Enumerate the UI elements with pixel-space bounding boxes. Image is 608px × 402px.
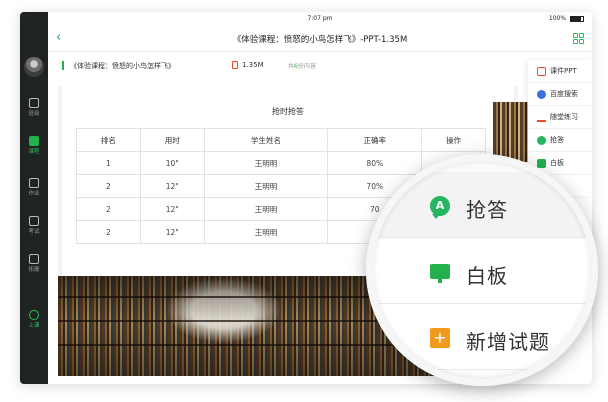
magnified-item-label: 抢答 [466, 198, 508, 222]
column-header-rank: 排名 [76, 128, 141, 152]
file-info-bar: 《体验课程：愤怒的小鸟怎样飞》 1.35M 共6份内容 [48, 53, 592, 77]
practice-icon [537, 113, 546, 122]
sidebar-item-class[interactable]: 班级 [20, 98, 48, 126]
clock-icon [29, 310, 39, 320]
cell-student: 王明明 [203, 220, 329, 244]
cell-student: 王明明 [203, 174, 329, 198]
title-bar: ‹ 《体验课程：愤怒的小鸟怎样飞》-PPT-1.35M [48, 26, 592, 52]
sidebar-item-label: 上课 [28, 323, 40, 329]
panel-title: 抢时抢答 [272, 107, 304, 116]
ppt-icon [537, 67, 546, 76]
magnified-item-label: 新增试题 [466, 330, 550, 354]
battery-status: 100% [549, 15, 584, 22]
avatar[interactable] [24, 57, 44, 77]
book-icon [29, 136, 39, 146]
magnified-item-add-question[interactable]: + 新增试题 [366, 304, 598, 370]
cell-time: 10" [139, 151, 205, 175]
column-header-accuracy: 正确率 [327, 128, 423, 152]
menu-item-baidu-search[interactable]: 百度搜索 [528, 83, 592, 106]
cell-student: 王明明 [203, 197, 329, 221]
magnified-item-label: 白板 [466, 264, 508, 288]
sidebar-item-attend-class[interactable]: 上课 [20, 310, 48, 338]
status-bar: 7:07 pm 100% [48, 12, 592, 26]
file-size: 1.35M [242, 61, 264, 69]
add-question-icon: + [430, 328, 450, 348]
menu-item-label: 百度搜索 [550, 90, 578, 98]
column-header-action: 操作 [421, 128, 486, 152]
home-icon [29, 98, 39, 108]
bookshelf-photo-thumbnail [493, 102, 533, 162]
sidebar-item-label: 作业 [28, 191, 40, 197]
menu-item-practice[interactable]: 随堂练习 [528, 106, 592, 129]
whiteboard-icon [430, 264, 450, 283]
content-count-suffix: 份内容 [297, 63, 316, 70]
magnified-item-whiteboard[interactable]: 白板 [366, 238, 598, 304]
column-header-student: 学生姓名 [203, 128, 329, 152]
sidebar-item-label: 考试 [28, 229, 40, 235]
menu-item-label: 抢答 [550, 136, 564, 144]
cell-time: 12" [139, 197, 205, 221]
baidu-paw-icon [537, 90, 546, 99]
menu-item-label: 随堂练习 [550, 113, 578, 121]
clipboard-icon [29, 178, 39, 188]
file-icon [232, 61, 238, 69]
sidebar-item-label: 课程 [28, 149, 40, 155]
status-time: 7:07 pm [307, 15, 333, 22]
sidebar-item-homework[interactable]: 作业 [20, 178, 48, 206]
bookmark-icon [29, 254, 39, 264]
cell-rank: 2 [76, 174, 141, 198]
cell-rank: 2 [76, 197, 141, 221]
cell-rank: 2 [76, 220, 141, 244]
sidebar-item-label: 拓展 [28, 267, 40, 273]
battery-icon [570, 15, 584, 22]
sidebar-item-label: 班级 [28, 111, 40, 117]
cell-rank: 1 [76, 151, 141, 175]
accent-bar [62, 61, 64, 70]
quick-answer-icon [537, 136, 546, 145]
file-name: 《体验课程：愤怒的小鸟怎样飞》 [70, 62, 175, 70]
cell-time: 12" [139, 174, 205, 198]
sidebar: 班级 课程 作业 考试 拓展 上课 [20, 12, 48, 384]
page-title: 《体验课程：愤怒的小鸟怎样飞》-PPT-1.35M [232, 35, 408, 45]
sidebar-item-course[interactable]: 课程 [20, 136, 48, 164]
content-count: 共6份内容 [288, 61, 316, 70]
menu-item-label: 课件PPT [550, 67, 577, 75]
sidebar-item-extension[interactable]: 拓展 [20, 254, 48, 282]
sidebar-item-exam[interactable]: 考试 [20, 216, 48, 244]
battery-percent: 100% [548, 15, 567, 22]
magnified-item-quick-answer[interactable]: A 抢答 [366, 172, 598, 238]
menu-item-ppt[interactable]: 课件PPT [528, 60, 592, 83]
menu-item-quick-answer[interactable]: 抢答 [528, 129, 592, 152]
exam-icon [29, 216, 39, 226]
table-header-row: 排名 用时 学生姓名 正确率 操作 [76, 128, 486, 152]
magnifier-callout: A 抢答 白板 + 新增试题 [366, 154, 598, 386]
cell-time: 12" [139, 220, 205, 244]
column-header-time: 用时 [139, 128, 205, 152]
cell-student: 王明明 [203, 151, 329, 175]
grid-icon[interactable] [573, 33, 584, 44]
quick-answer-icon: A [430, 196, 450, 219]
